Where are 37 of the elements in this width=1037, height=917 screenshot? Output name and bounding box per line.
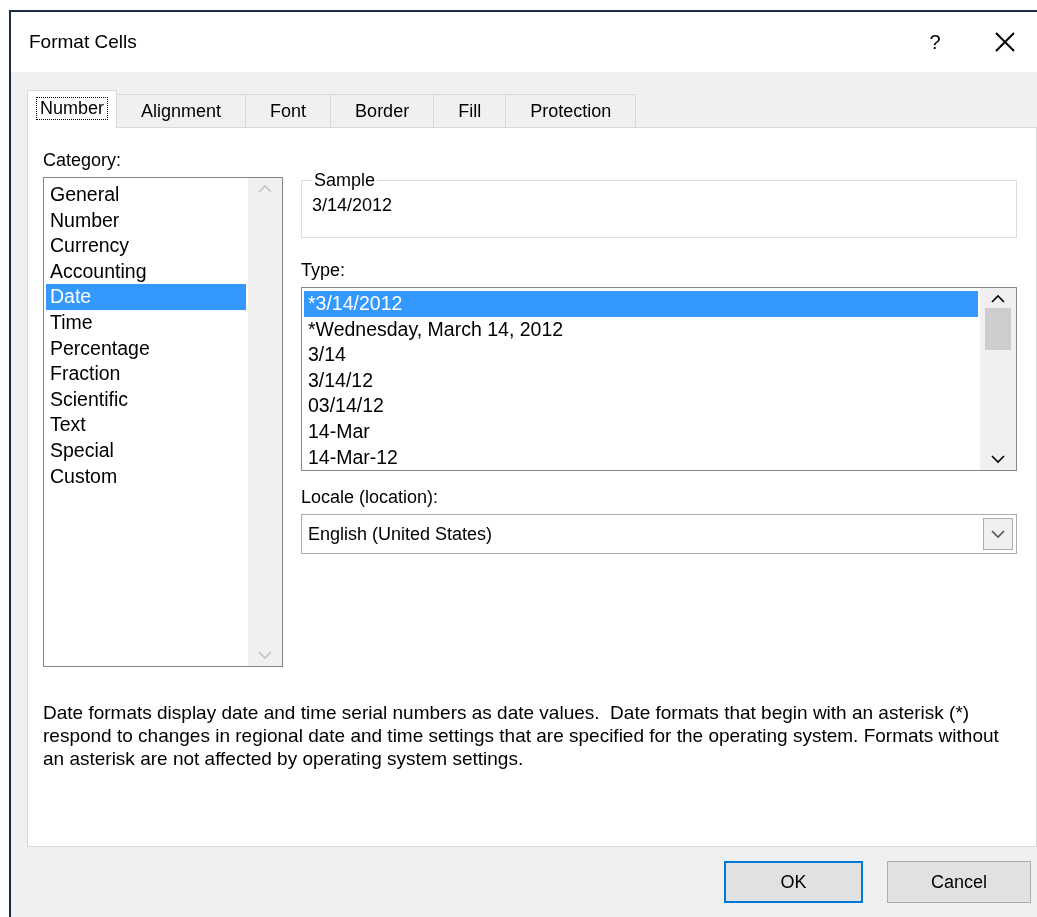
list-item[interactable]: Accounting [46,258,246,285]
scroll-down-icon[interactable] [991,454,1005,464]
list-item[interactable]: Number [46,207,246,234]
list-item[interactable]: Percentage [46,335,246,362]
list-item[interactable]: Custom [46,463,246,490]
list-item[interactable]: 14-Mar-12 [304,444,978,471]
close-icon[interactable] [995,32,1015,52]
category-label: Category: [43,150,123,171]
list-item[interactable]: Fraction [46,361,246,387]
list-item[interactable]: *Wednesday, March 14, 2012 [304,316,978,343]
locale-label: Locale (location): [301,487,440,508]
description-text: Date formats display date and time serial numbers as date values. Date formats that begin with an asterisk (*) respond to changes in regional date and time settings that are specified for the operating system. Formats without an asterisk are not affected by operating system settings. [43,701,1000,770]
list-item[interactable]: 14-Mar [304,418,978,445]
dropdown-caret-icon[interactable] [991,529,1005,539]
scroll-up-icon[interactable] [991,294,1005,304]
sample-value: 3/14/2012 [312,195,393,215]
list-item[interactable]: Currency [46,233,246,259]
list-item[interactable]: General [46,182,246,208]
list-item[interactable]: Time [46,309,246,336]
help-button[interactable]: ? [915,29,955,55]
window-title: Format Cells [29,31,138,53]
list-item[interactable]: Scientific [46,386,246,413]
ok-button[interactable]: OK [724,861,863,903]
list-item[interactable]: 3/14/12 [304,367,978,394]
type-label: Type: [301,260,347,281]
list-item[interactable]: Special [46,437,246,464]
list-item[interactable]: 03/14/12 [304,393,978,419]
tab[interactable]: Number [27,90,118,128]
type-list[interactable]: *3/14/2012 *Wednesday, March 14, 2012 3/14 3/14/12 03/14/12 14-Mar 14-Mar-12 [301,287,1017,471]
locale-dropdown[interactable]: English (United States) [301,514,1017,554]
cancel-button[interactable]: Cancel [887,861,1031,903]
list-item[interactable]: Text [46,412,246,438]
tab[interactable]: Protection [505,94,637,128]
sample-label: Sample [313,170,377,191]
list-item[interactable]: 3/14 [304,342,978,368]
scroll-thumb[interactable] [985,308,1011,350]
category-list[interactable]: General Number Currency Accounting Date Time Percentage Fraction Scientific Text Special Custom [43,177,283,667]
